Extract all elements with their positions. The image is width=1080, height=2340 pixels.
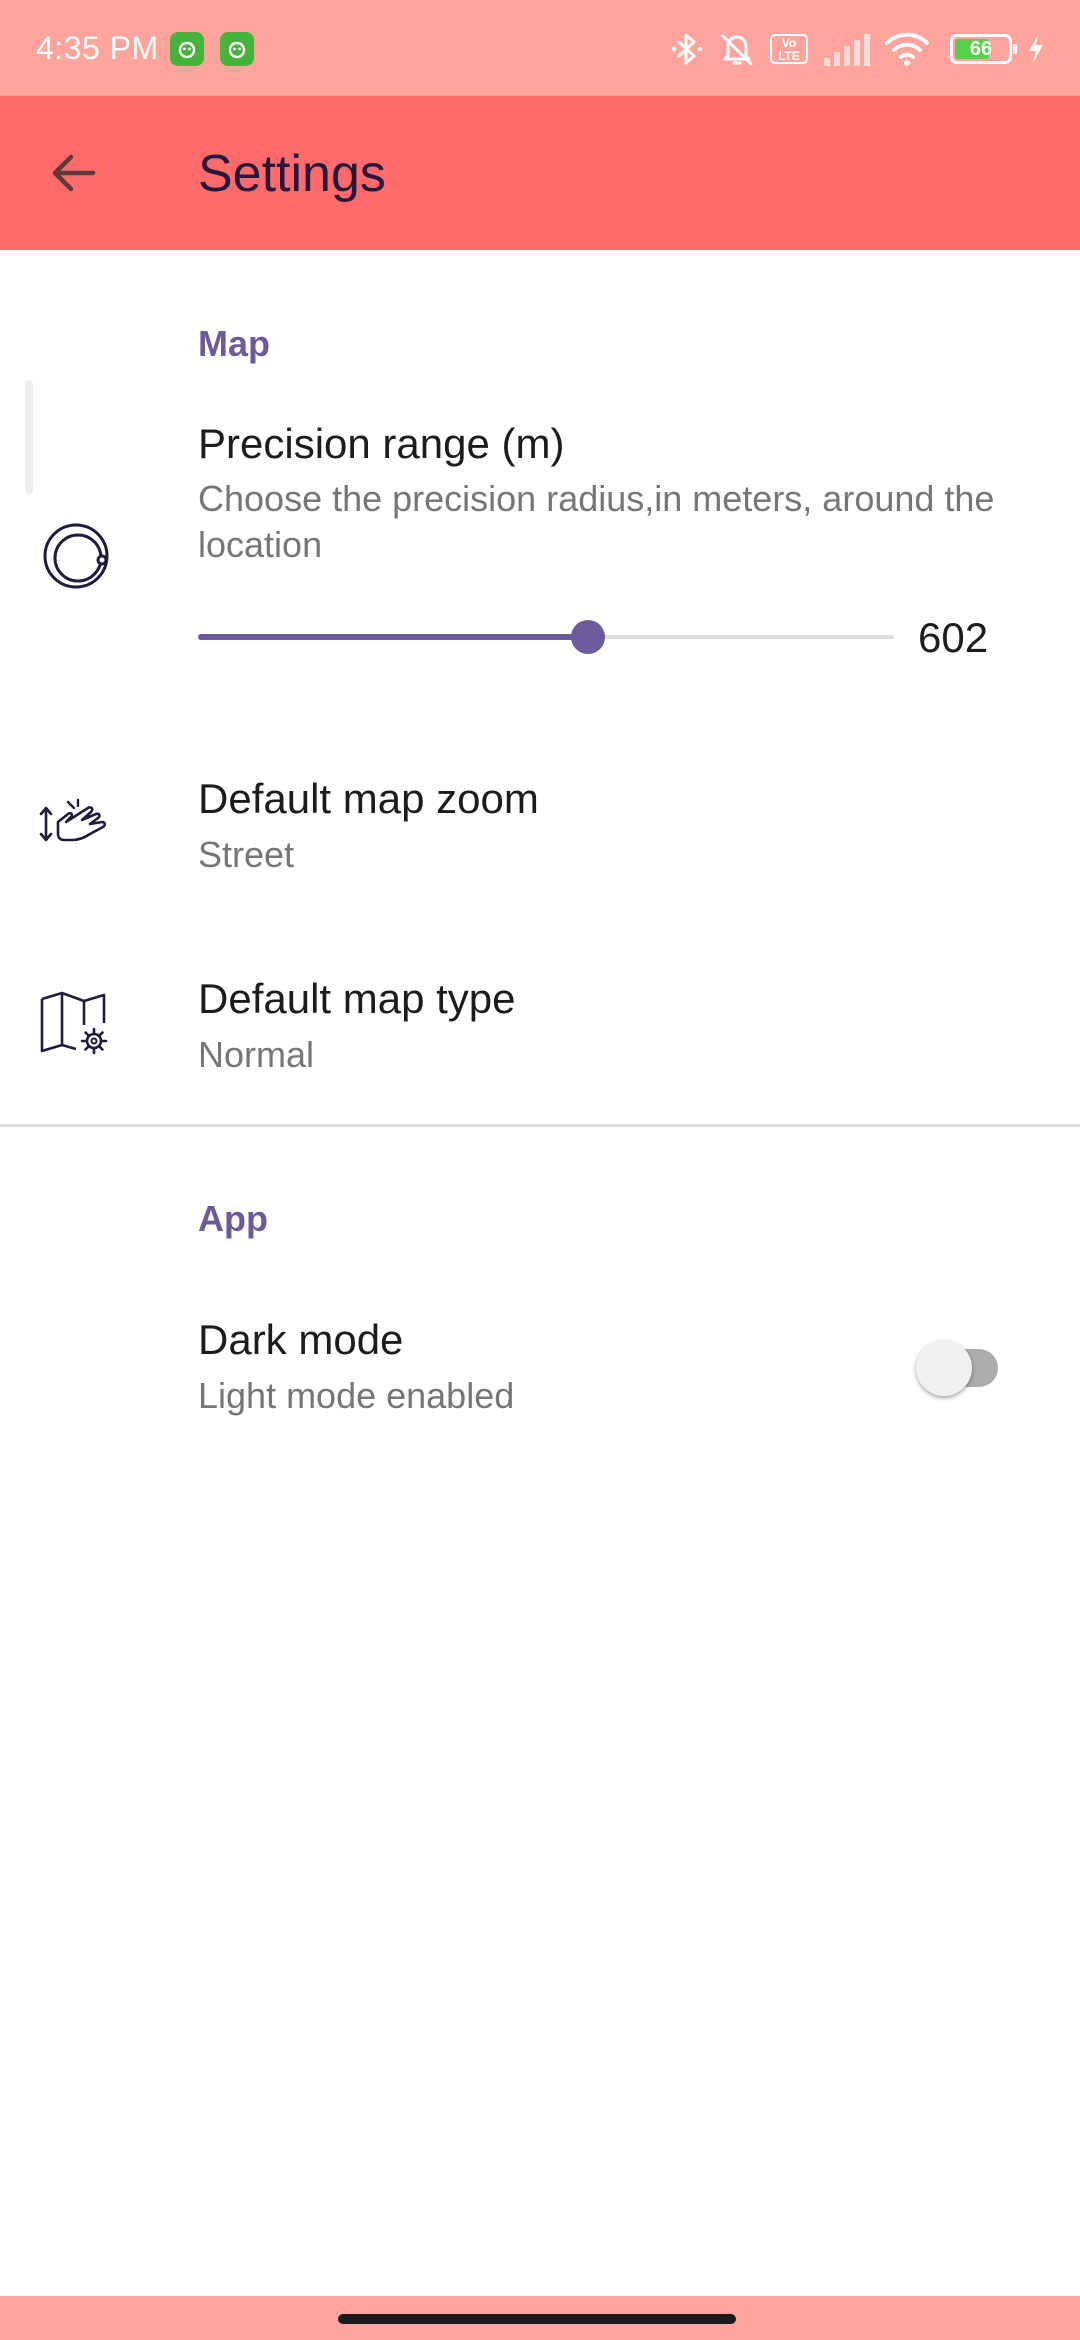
home-indicator[interactable]: [338, 2314, 736, 2324]
precision-range-value: 602: [918, 614, 989, 661]
category-map-title: Map: [198, 323, 270, 364]
default-map-type-preference[interactable]: Default map type Normal: [0, 960, 1080, 1090]
dark-mode-switch[interactable]: [916, 1340, 1008, 1396]
default-map-zoom-title: Default map zoom: [198, 775, 539, 822]
default-map-zoom-preference[interactable]: Default map zoom Street: [0, 760, 1080, 890]
signal-icon: [824, 34, 870, 66]
status-icons: Vo LTE 66: [670, 24, 1046, 74]
back-button[interactable]: [34, 134, 112, 212]
map-settings-icon: [38, 986, 114, 1062]
default-map-type-summary: Normal: [198, 1034, 315, 1075]
battery-icon: 66: [950, 34, 1017, 64]
section-divider: [0, 1124, 1080, 1127]
category-app-title: App: [198, 1198, 268, 1239]
volte-icon: Vo LTE: [770, 34, 808, 64]
battery-nub: [1013, 44, 1017, 54]
bell-off-icon: [721, 34, 753, 66]
app-bar: Settings: [0, 96, 1080, 250]
battery-level: 66: [969, 38, 993, 60]
pinch-zoom-icon: [38, 786, 114, 862]
slider-active-track: [198, 634, 588, 640]
switch-thumb: [916, 1340, 972, 1396]
precision-range-title: Precision range (m): [198, 420, 565, 467]
bluetooth-icon: [671, 33, 703, 65]
arrow-back-icon: [52, 154, 96, 192]
dark-mode-title: Dark mode: [198, 1316, 404, 1363]
page-title: Settings: [198, 145, 386, 203]
radius-icon: [38, 518, 114, 594]
status-bar: 4:35 PM Vo LTE 66: [0, 0, 1080, 96]
precision-range-slider[interactable]: [198, 617, 894, 657]
app-notification-icon: [220, 32, 254, 66]
default-map-type-title: Default map type: [198, 975, 516, 1022]
charging-icon: [1029, 35, 1043, 63]
app-notification-icon: [170, 32, 204, 66]
default-map-zoom-summary: Street: [198, 834, 295, 875]
wifi-icon: [885, 32, 929, 66]
dark-mode-summary: Light mode enabled: [198, 1375, 515, 1416]
navigation-bar: [0, 2296, 1080, 2340]
status-time: 4:35 PM: [36, 30, 159, 66]
precision-range-summary: Choose the precision radius,in meters, a…: [198, 478, 995, 565]
slider-thumb[interactable]: [570, 620, 605, 654]
